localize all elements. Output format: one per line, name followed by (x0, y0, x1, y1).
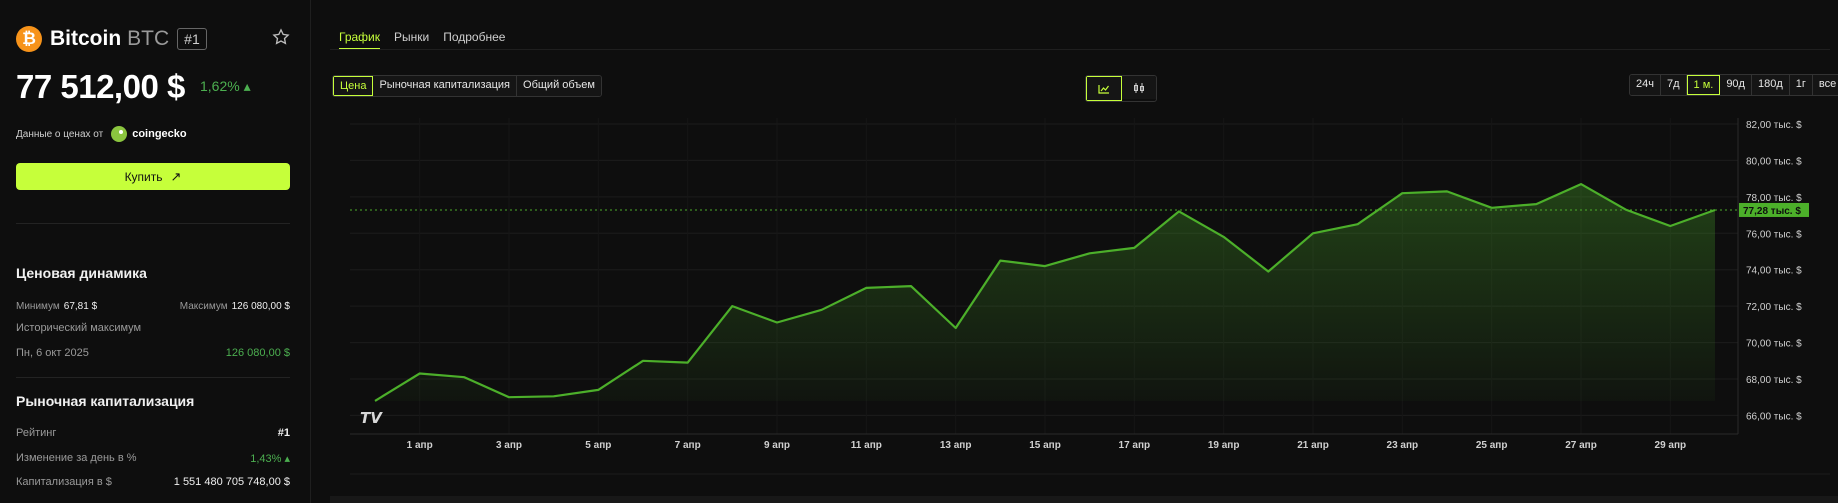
current-price-label: 77,28 тыс. $ (1743, 206, 1801, 217)
x-tick-label: 23 апр (1387, 440, 1419, 451)
ath-label: Исторический максимум (16, 322, 142, 334)
buy-button[interactable]: Купить ↗ (16, 163, 290, 190)
y-tick-label: 72,00 тыс. $ (1746, 302, 1802, 313)
x-tick-label: 13 апр (940, 440, 972, 451)
day-change-label: Изменение за день в % (16, 452, 137, 464)
current-price: 77 512,00 $ (16, 68, 185, 105)
x-tick-label: 29 апр (1655, 440, 1687, 451)
cap-value: 1 551 480 705 748,00 $ (173, 476, 290, 488)
max-group: Максимум 126 080,00 $ (180, 301, 290, 312)
y-tick-label: 80,00 тыс. $ (1746, 156, 1802, 167)
star-icon[interactable] (272, 28, 292, 48)
divider (16, 377, 290, 378)
y-tick-label: 76,00 тыс. $ (1746, 229, 1802, 240)
buy-button-label: Купить (124, 169, 163, 184)
day-change-row: Изменение за день в % 1,43% ▴ (16, 452, 290, 465)
scrollbar[interactable] (330, 496, 1838, 503)
x-tick-label: 1 апр (407, 440, 433, 451)
min-max-row: Минимум 67,81 $ Максимум 126 080,00 $ (16, 301, 290, 312)
coin-header: ₿ Bitcoin BTC #1 (16, 26, 207, 52)
coingecko-icon (111, 126, 128, 142)
min-value: 67,81 $ (63, 301, 98, 312)
provider-name[interactable]: coingecko (132, 128, 186, 140)
x-tick-label: 11 апр (851, 440, 882, 451)
rank-label: Рейтинг (16, 427, 57, 439)
cap-row: Капитализация в $ 1 551 480 705 748,00 $ (16, 476, 290, 488)
tradingview-logo: TV (360, 409, 383, 427)
max-value: 126 080,00 $ (231, 301, 290, 312)
x-tick-label: 21 апр (1297, 440, 1329, 451)
price-provider: Данные о ценах от coingecko (16, 126, 187, 142)
x-tick-label: 27 апр (1565, 440, 1597, 451)
y-tick-label: 74,00 тыс. $ (1746, 266, 1802, 277)
x-tick-label: 5 апр (585, 440, 611, 451)
x-tick-label: 3 апр (496, 440, 522, 451)
x-tick-label: 17 апр (1119, 440, 1151, 451)
ath-date: Пн, 6 окт 2025 (16, 347, 89, 359)
price-chart[interactable]: 82,00 тыс. $ 80,00 тыс. $ 78,00 тыс. $ 76,0… (330, 0, 1838, 480)
cap-label: Капитализация в $ (16, 476, 112, 488)
rank-badge: #1 (177, 28, 207, 50)
x-tick-label: 7 апр (675, 440, 701, 451)
y-tick-label: 70,00 тыс. $ (1746, 339, 1802, 350)
coin-name: Bitcoin (50, 27, 122, 50)
coin-sidebar: ₿ Bitcoin BTC #1 77 512,00 $ 1,62% ▴ Дан… (0, 0, 311, 503)
rank-value: #1 (277, 427, 290, 439)
min-label: Минимум (16, 301, 60, 312)
divider (16, 223, 290, 224)
x-tick-label: 9 апр (764, 440, 790, 451)
ath-row: Пн, 6 окт 2025 126 080,00 $ (16, 347, 290, 359)
y-tick-label: 66,00 тыс. $ (1746, 411, 1802, 422)
day-change-value: 1,43% ▴ (250, 453, 290, 465)
ath-value: 126 080,00 $ (225, 347, 290, 359)
y-tick-label: 82,00 тыс. $ (1746, 120, 1802, 131)
max-label: Максимум (179, 301, 228, 312)
x-tick-label: 15 апр (1029, 440, 1061, 451)
provider-label: Данные о ценах от (16, 128, 104, 140)
x-tick-label: 19 апр (1208, 440, 1240, 451)
market-cap-title: Рыночная капитализация (16, 393, 195, 409)
chart-panel: График Рынки Подробнее Цена Рыночная кап… (330, 0, 1838, 503)
coin-ticker: BTC (127, 27, 170, 50)
bitcoin-icon: ₿ (16, 26, 42, 52)
x-tick-label: 25 апр (1476, 440, 1508, 451)
arrow-up-right-icon: ↗ (170, 168, 182, 184)
y-tick-label: 78,00 тыс. $ (1746, 193, 1802, 204)
price-change: 1,62% ▴ (200, 78, 251, 94)
y-tick-label: 68,00 тыс. $ (1746, 375, 1802, 386)
price-dynamics-title: Ценовая динамика (16, 265, 147, 281)
rank-row: Рейтинг #1 (16, 427, 290, 439)
